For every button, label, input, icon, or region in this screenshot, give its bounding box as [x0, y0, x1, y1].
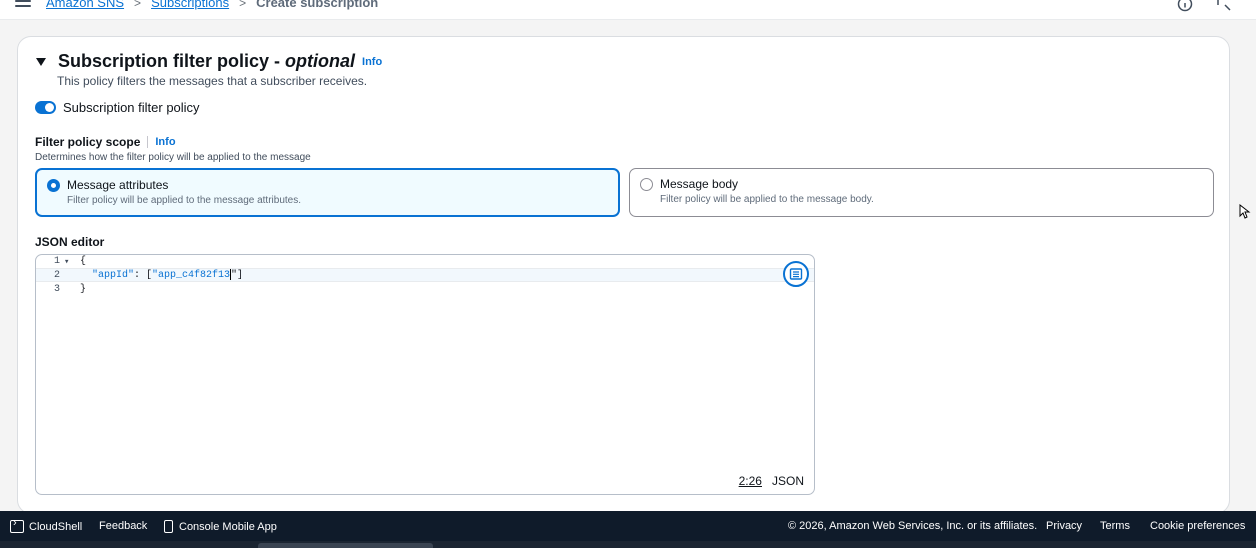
breadcrumb: Amazon SNS > Subscriptions > Create subs…: [46, 0, 378, 11]
caret-down-icon[interactable]: [36, 58, 46, 66]
cloudshell-button[interactable]: CloudShell: [10, 517, 82, 533]
taskbar-tab[interactable]: [258, 543, 433, 548]
top-navigation-bar: Amazon SNS > Subscriptions > Create subs…: [0, 0, 1256, 20]
fold-toggle-icon[interactable]: ▾: [64, 255, 69, 269]
section-info-link[interactable]: Info: [362, 56, 382, 68]
mobile-phone-icon: [164, 520, 173, 533]
cursor-position[interactable]: 2:26: [739, 474, 762, 488]
console-mobile-app-link[interactable]: Console Mobile App: [164, 520, 277, 533]
option-description: Filter policy will be applied to the mes…: [67, 195, 302, 206]
filter-policy-toggle-row[interactable]: Subscription filter policy: [35, 100, 200, 115]
terms-link[interactable]: Terms: [1100, 520, 1130, 532]
breadcrumb-amazon-sns[interactable]: Amazon SNS: [46, 0, 124, 11]
scope-description: Determines how the filter policy will be…: [35, 152, 311, 163]
scope-info-link[interactable]: Info: [155, 136, 175, 148]
json-editor-label: JSON editor: [35, 235, 105, 249]
document-icon: [789, 268, 803, 280]
option-title: Message attributes: [67, 178, 169, 192]
expand-icon[interactable]: [1216, 0, 1232, 12]
section-title: Subscription filter policy - optional: [58, 51, 356, 71]
breadcrumb-separator: >: [239, 0, 247, 10]
breadcrumb-subscriptions[interactable]: Subscriptions: [151, 0, 229, 11]
cookie-preferences-link[interactable]: Cookie preferences: [1150, 520, 1245, 532]
radio-selected-icon[interactable]: [47, 179, 60, 192]
privacy-link[interactable]: Privacy: [1046, 520, 1082, 532]
mouse-cursor-icon: [1239, 204, 1251, 219]
filter-policy-toggle[interactable]: [35, 101, 56, 114]
option-description: Filter policy will be applied to the mes…: [660, 194, 874, 205]
filter-policy-container: Subscription filter policy - optional In…: [17, 36, 1230, 514]
menu-icon[interactable]: [15, 0, 31, 10]
toggle-label: Subscription filter policy: [63, 100, 200, 115]
console-footer: CloudShell Feedback Console Mobile App ©…: [0, 511, 1256, 541]
editor-language: JSON: [771, 474, 804, 488]
editor-status-bar: 2:26 JSON: [739, 474, 804, 488]
taskbar-strip: [0, 541, 1256, 548]
option-title: Message body: [660, 177, 739, 191]
json-editor[interactable]: 1 ▾ { 2 "appId": ["app_c4f82f13"] 3 } 2:…: [35, 254, 815, 495]
info-circle-icon[interactable]: [1177, 0, 1193, 12]
section-header[interactable]: Subscription filter policy - optional In…: [36, 51, 382, 72]
terminal-icon: [10, 517, 24, 533]
breadcrumb-current: Create subscription: [256, 0, 379, 10]
section-description: This policy filters the messages that a …: [57, 74, 368, 88]
scope-option-message-body[interactable]: Message body Filter policy will be appli…: [629, 168, 1214, 217]
code-line[interactable]: 1 ▾ {: [36, 255, 814, 269]
scope-option-message-attributes[interactable]: Message attributes Filter policy will be…: [35, 168, 620, 217]
format-document-button[interactable]: [783, 261, 809, 287]
copyright-text: © 2026, Amazon Web Services, Inc. or its…: [788, 520, 1038, 532]
scope-label: Filter policy scope Info: [35, 135, 176, 149]
code-line[interactable]: 3 }: [36, 283, 814, 297]
code-line-active[interactable]: 2 "appId": ["app_c4f82f13"]: [36, 268, 814, 282]
feedback-link[interactable]: Feedback: [99, 520, 147, 532]
breadcrumb-separator: >: [134, 0, 142, 10]
radio-unselected-icon[interactable]: [640, 178, 653, 191]
